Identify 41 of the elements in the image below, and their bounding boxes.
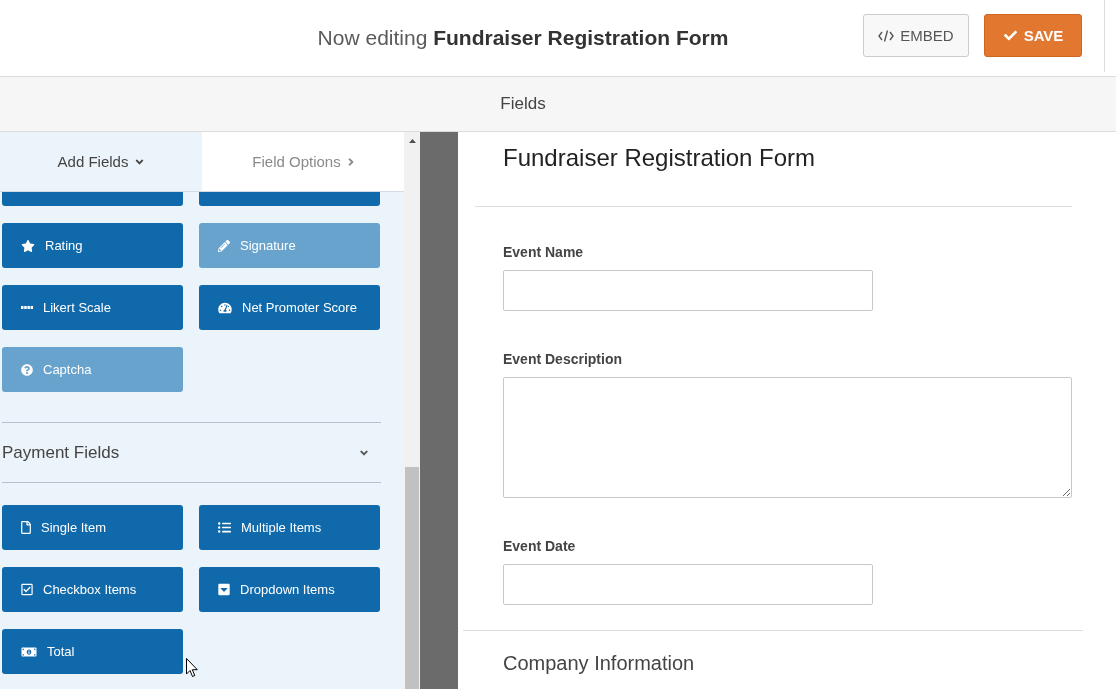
field-button[interactable]: Multiple Items bbox=[199, 505, 380, 550]
textarea-input[interactable] bbox=[503, 377, 1072, 498]
text-input[interactable] bbox=[503, 564, 873, 605]
field-button[interactable]: Net Promoter Score bbox=[199, 285, 380, 330]
form-title: Fundraiser Registration Form bbox=[503, 144, 816, 172]
checkbox-icon bbox=[21, 583, 33, 596]
field-button[interactable]: Dropdown Items bbox=[199, 567, 380, 612]
field-button[interactable]: Single Item bbox=[2, 505, 183, 550]
scrollbar[interactable] bbox=[404, 132, 420, 689]
scroll-up-arrow-icon[interactable] bbox=[408, 139, 416, 143]
field-label: Event Date bbox=[503, 537, 576, 555]
code-icon bbox=[878, 29, 895, 42]
check-icon bbox=[1002, 29, 1018, 42]
field-label: Event Name bbox=[503, 243, 584, 261]
group-toggle[interactable]: Payment Fields bbox=[2, 422, 381, 483]
dashes-icon bbox=[21, 306, 33, 309]
question-icon bbox=[21, 363, 33, 376]
field-button[interactable] bbox=[199, 192, 380, 206]
file-icon bbox=[21, 521, 31, 534]
text-input[interactable] bbox=[503, 270, 873, 311]
panel-title: Fields bbox=[500, 94, 546, 114]
chevron-right-icon bbox=[347, 155, 354, 168]
field-button[interactable] bbox=[2, 192, 183, 206]
star-icon bbox=[21, 239, 35, 252]
section-heading: Company Information bbox=[503, 651, 695, 675]
gauge-icon bbox=[218, 301, 232, 314]
field-label: Event Description bbox=[503, 350, 623, 368]
pencil-icon bbox=[218, 239, 230, 252]
field-button[interactable]: Total bbox=[2, 629, 183, 674]
sidebar-tab[interactable]: Field Options bbox=[202, 132, 404, 191]
list-icon bbox=[218, 521, 231, 534]
field-button[interactable]: Checkbox Items bbox=[2, 567, 183, 612]
save-button[interactable]: SAVE bbox=[984, 14, 1082, 57]
field-button[interactable]: Likert Scale bbox=[2, 285, 183, 330]
dropdown-icon bbox=[218, 583, 230, 596]
banknote-icon bbox=[21, 645, 37, 658]
field-button[interactable]: Rating bbox=[2, 223, 183, 268]
scrollbar-thumb[interactable] bbox=[405, 467, 419, 689]
editor-title: Now editing Fundraiser Registration Form bbox=[317, 26, 729, 50]
mouse-pointer-icon bbox=[186, 658, 198, 677]
embed-button[interactable]: EMBED bbox=[863, 14, 969, 57]
